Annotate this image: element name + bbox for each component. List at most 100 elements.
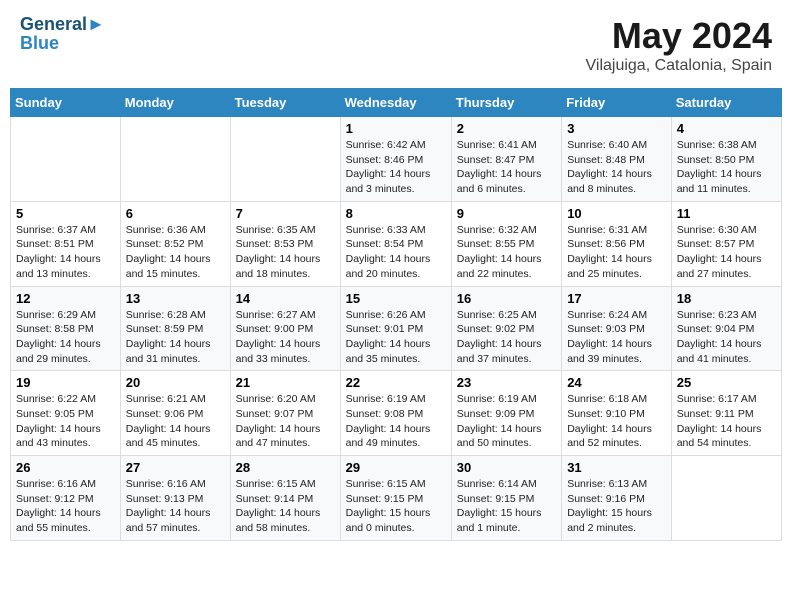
calendar-cell: 31 Sunrise: 6:13 AM Sunset: 9:16 PM Dayli… <box>562 456 672 541</box>
day-number: 18 <box>677 291 776 306</box>
calendar-cell: 20 Sunrise: 6:21 AM Sunset: 9:06 PM Dayli… <box>120 371 230 456</box>
day-info: Sunrise: 6:31 AM Sunset: 8:56 PM Dayligh… <box>567 223 666 282</box>
calendar-cell: 14 Sunrise: 6:27 AM Sunset: 9:00 PM Dayli… <box>230 286 340 371</box>
calendar-cell: 2Sunrise: 6:41 AM Sunset: 8:47 PM Daylig… <box>451 117 561 202</box>
week-row-3: 12 Sunrise: 6:29 AM Sunset: 8:58 PM Dayli… <box>11 286 782 371</box>
day-number: 16 <box>457 291 556 306</box>
day-info: Sunrise: 6:15 AM Sunset: 9:14 PM Dayligh… <box>236 477 335 536</box>
day-number: 30 <box>457 460 556 475</box>
day-number: 28 <box>236 460 335 475</box>
title-block: May 2024 Vilajuiga, Catalonia, Spain <box>586 15 773 75</box>
calendar-cell <box>230 117 340 202</box>
day-number: 31 <box>567 460 666 475</box>
day-info: Sunrise: 6:33 AM Sunset: 8:54 PM Dayligh… <box>346 223 446 282</box>
day-info: Sunrise: 6:23 AM Sunset: 9:04 PM Dayligh… <box>677 308 776 367</box>
calendar-cell: 26 Sunrise: 6:16 AM Sunset: 9:12 PM Dayli… <box>11 456 121 541</box>
logo: General► Blue <box>20 15 105 54</box>
day-info: Sunrise: 6:16 AM Sunset: 9:12 PM Dayligh… <box>16 477 115 536</box>
day-number: 23 <box>457 375 556 390</box>
subtitle: Vilajuiga, Catalonia, Spain <box>586 57 773 75</box>
calendar-cell: 27 Sunrise: 6:16 AM Sunset: 9:13 PM Dayli… <box>120 456 230 541</box>
col-tuesday: Tuesday <box>230 89 340 117</box>
day-number: 29 <box>346 460 446 475</box>
day-number: 21 <box>236 375 335 390</box>
col-friday: Friday <box>562 89 672 117</box>
week-row-2: 5 Sunrise: 6:37 AM Sunset: 8:51 PM Daylig… <box>11 201 782 286</box>
day-number: 12 <box>16 291 115 306</box>
day-number: 14 <box>236 291 335 306</box>
calendar-cell: 6 Sunrise: 6:36 AM Sunset: 8:52 PM Daylig… <box>120 201 230 286</box>
day-number: 17 <box>567 291 666 306</box>
day-info: Sunrise: 6:36 AM Sunset: 8:52 PM Dayligh… <box>126 223 225 282</box>
day-number: 20 <box>126 375 225 390</box>
calendar-header: Sunday Monday Tuesday Wednesday Thursday… <box>11 89 782 117</box>
calendar-table: Sunday Monday Tuesday Wednesday Thursday… <box>10 88 782 541</box>
week-row-4: 19Sunrise: 6:22 AM Sunset: 9:05 PM Dayli… <box>11 371 782 456</box>
col-sunday: Sunday <box>11 89 121 117</box>
day-info: Sunrise: 6:38 AM Sunset: 8:50 PM Dayligh… <box>677 138 776 197</box>
day-info: Sunrise: 6:29 AM Sunset: 8:58 PM Dayligh… <box>16 308 115 367</box>
day-number: 25 <box>677 375 776 390</box>
calendar-cell: 21Sunrise: 6:20 AM Sunset: 9:07 PM Dayli… <box>230 371 340 456</box>
day-number: 26 <box>16 460 115 475</box>
calendar-cell: 8 Sunrise: 6:33 AM Sunset: 8:54 PM Daylig… <box>340 201 451 286</box>
day-info: Sunrise: 6:18 AM Sunset: 9:10 PM Dayligh… <box>567 392 666 451</box>
day-info: Sunrise: 6:27 AM Sunset: 9:00 PM Dayligh… <box>236 308 335 367</box>
day-info: Sunrise: 6:37 AM Sunset: 8:51 PM Dayligh… <box>16 223 115 282</box>
day-info: Sunrise: 6:42 AM Sunset: 8:46 PM Dayligh… <box>346 138 446 197</box>
col-saturday: Saturday <box>671 89 781 117</box>
day-number: 6 <box>126 206 225 221</box>
calendar-cell: 10Sunrise: 6:31 AM Sunset: 8:56 PM Dayli… <box>562 201 672 286</box>
day-number: 11 <box>677 206 776 221</box>
calendar-cell: 3Sunrise: 6:40 AM Sunset: 8:48 PM Daylig… <box>562 117 672 202</box>
header-row: Sunday Monday Tuesday Wednesday Thursday… <box>11 89 782 117</box>
day-info: Sunrise: 6:32 AM Sunset: 8:55 PM Dayligh… <box>457 223 556 282</box>
day-info: Sunrise: 6:14 AM Sunset: 9:15 PM Dayligh… <box>457 477 556 536</box>
calendar-body: 1 Sunrise: 6:42 AM Sunset: 8:46 PM Daylig… <box>11 117 782 541</box>
day-info: Sunrise: 6:22 AM Sunset: 9:05 PM Dayligh… <box>16 392 115 451</box>
day-number: 3 <box>567 121 666 136</box>
day-info: Sunrise: 6:15 AM Sunset: 9:15 PM Dayligh… <box>346 477 446 536</box>
day-number: 8 <box>346 206 446 221</box>
day-number: 1 <box>346 121 446 136</box>
day-info: Sunrise: 6:28 AM Sunset: 8:59 PM Dayligh… <box>126 308 225 367</box>
calendar-cell: 23 Sunrise: 6:19 AM Sunset: 9:09 PM Dayli… <box>451 371 561 456</box>
day-number: 27 <box>126 460 225 475</box>
calendar-cell: 12 Sunrise: 6:29 AM Sunset: 8:58 PM Dayli… <box>11 286 121 371</box>
calendar-cell: 30 Sunrise: 6:14 AM Sunset: 9:15 PM Dayli… <box>451 456 561 541</box>
day-number: 24 <box>567 375 666 390</box>
day-info: Sunrise: 6:21 AM Sunset: 9:06 PM Dayligh… <box>126 392 225 451</box>
day-info: Sunrise: 6:16 AM Sunset: 9:13 PM Dayligh… <box>126 477 225 536</box>
day-number: 2 <box>457 121 556 136</box>
calendar-cell: 13 Sunrise: 6:28 AM Sunset: 8:59 PM Dayli… <box>120 286 230 371</box>
calendar-cell: 4 Sunrise: 6:38 AM Sunset: 8:50 PM Daylig… <box>671 117 781 202</box>
calendar-cell: 18 Sunrise: 6:23 AM Sunset: 9:04 PM Dayli… <box>671 286 781 371</box>
day-number: 9 <box>457 206 556 221</box>
calendar-cell: 9 Sunrise: 6:32 AM Sunset: 8:55 PM Daylig… <box>451 201 561 286</box>
calendar-cell: 7Sunrise: 6:35 AM Sunset: 8:53 PM Daylig… <box>230 201 340 286</box>
day-info: Sunrise: 6:35 AM Sunset: 8:53 PM Dayligh… <box>236 223 335 282</box>
day-info: Sunrise: 6:24 AM Sunset: 9:03 PM Dayligh… <box>567 308 666 367</box>
day-number: 5 <box>16 206 115 221</box>
week-row-5: 26 Sunrise: 6:16 AM Sunset: 9:12 PM Dayli… <box>11 456 782 541</box>
day-info: Sunrise: 6:19 AM Sunset: 9:08 PM Dayligh… <box>346 392 446 451</box>
day-info: Sunrise: 6:19 AM Sunset: 9:09 PM Dayligh… <box>457 392 556 451</box>
calendar-cell: 28 Sunrise: 6:15 AM Sunset: 9:14 PM Dayli… <box>230 456 340 541</box>
col-wednesday: Wednesday <box>340 89 451 117</box>
calendar-cell: 29 Sunrise: 6:15 AM Sunset: 9:15 PM Dayli… <box>340 456 451 541</box>
calendar-cell <box>11 117 121 202</box>
calendar-cell: 17 Sunrise: 6:24 AM Sunset: 9:03 PM Dayli… <box>562 286 672 371</box>
calendar-cell: 1 Sunrise: 6:42 AM Sunset: 8:46 PM Daylig… <box>340 117 451 202</box>
calendar-cell: 15Sunrise: 6:26 AM Sunset: 9:01 PM Dayli… <box>340 286 451 371</box>
logo-blue: Blue <box>20 33 105 54</box>
calendar-cell: 22 Sunrise: 6:19 AM Sunset: 9:08 PM Dayli… <box>340 371 451 456</box>
day-info: Sunrise: 6:13 AM Sunset: 9:16 PM Dayligh… <box>567 477 666 536</box>
main-title: May 2024 <box>586 15 773 57</box>
calendar-cell: 25Sunrise: 6:17 AM Sunset: 9:11 PM Dayli… <box>671 371 781 456</box>
day-number: 4 <box>677 121 776 136</box>
page-header: General► Blue May 2024 Vilajuiga, Catalo… <box>10 10 782 80</box>
day-number: 22 <box>346 375 446 390</box>
calendar-cell: 16Sunrise: 6:25 AM Sunset: 9:02 PM Dayli… <box>451 286 561 371</box>
calendar-cell <box>120 117 230 202</box>
day-number: 13 <box>126 291 225 306</box>
